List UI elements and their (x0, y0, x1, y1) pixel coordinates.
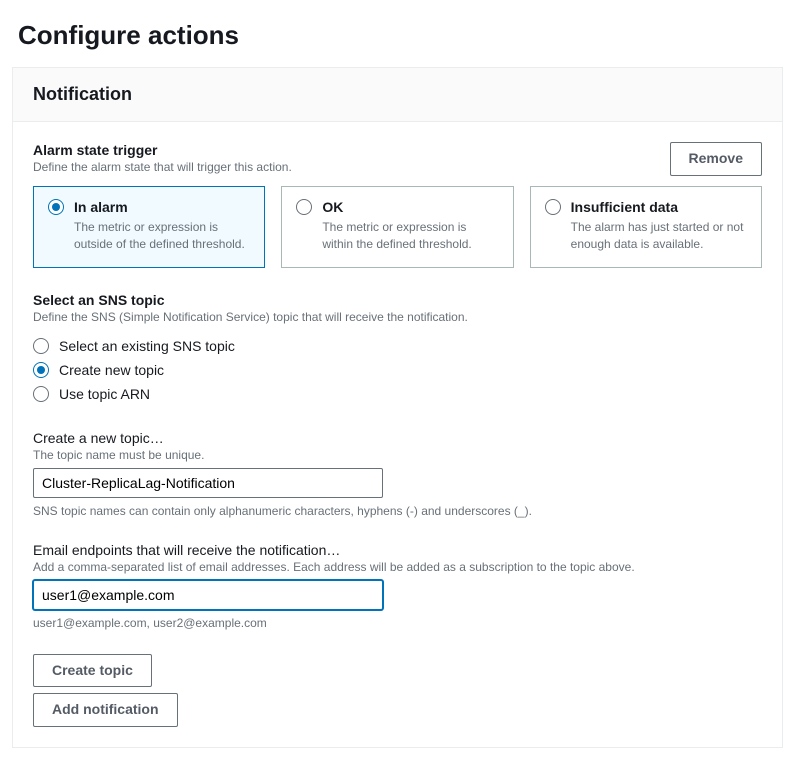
alarm-state-option-in-alarm[interactable]: In alarm The metric or expression is out… (33, 186, 265, 268)
email-label: Email endpoints that will receive the no… (33, 542, 762, 558)
page-title: Configure actions (18, 20, 783, 51)
card-title: In alarm (74, 199, 128, 215)
radio-icon (545, 199, 561, 215)
remove-button[interactable]: Remove (670, 142, 762, 176)
email-footnote: user1@example.com, user2@example.com (33, 616, 762, 630)
card-desc: The metric or expression is within the d… (322, 219, 498, 253)
radio-icon (33, 362, 49, 378)
card-title: Insufficient data (571, 199, 678, 215)
radio-icon (296, 199, 312, 215)
alarm-state-option-insufficient-data[interactable]: Insufficient data The alarm has just sta… (530, 186, 762, 268)
email-help: Add a comma-separated list of email addr… (33, 560, 762, 574)
radio-icon (48, 199, 64, 215)
sns-option-use-arn[interactable]: Use topic ARN (33, 382, 762, 406)
radio-label: Select an existing SNS topic (59, 338, 235, 354)
card-title: OK (322, 199, 343, 215)
alarm-state-desc: Define the alarm state that will trigger… (33, 160, 292, 174)
new-topic-label: Create a new topic… (33, 430, 762, 446)
alarm-state-title: Alarm state trigger (33, 142, 292, 158)
notification-panel: Notification Alarm state trigger Define … (12, 67, 783, 748)
panel-header: Notification (13, 68, 782, 122)
sns-title: Select an SNS topic (33, 292, 762, 308)
create-topic-button[interactable]: Create topic (33, 654, 152, 688)
new-topic-help: The topic name must be unique. (33, 448, 762, 462)
card-desc: The alarm has just started or not enough… (571, 219, 747, 253)
notification-heading: Notification (33, 84, 762, 105)
card-desc: The metric or expression is outside of t… (74, 219, 250, 253)
add-notification-button[interactable]: Add notification (33, 693, 178, 727)
sns-option-create-new[interactable]: Create new topic (33, 358, 762, 382)
new-topic-input[interactable] (33, 468, 383, 498)
radio-icon (33, 338, 49, 354)
sns-option-existing[interactable]: Select an existing SNS topic (33, 334, 762, 358)
alarm-state-option-ok[interactable]: OK The metric or expression is within th… (281, 186, 513, 268)
radio-label: Use topic ARN (59, 386, 150, 402)
radio-icon (33, 386, 49, 402)
new-topic-footnote: SNS topic names can contain only alphanu… (33, 504, 762, 518)
email-input[interactable] (33, 580, 383, 610)
radio-label: Create new topic (59, 362, 164, 378)
sns-desc: Define the SNS (Simple Notification Serv… (33, 310, 762, 324)
